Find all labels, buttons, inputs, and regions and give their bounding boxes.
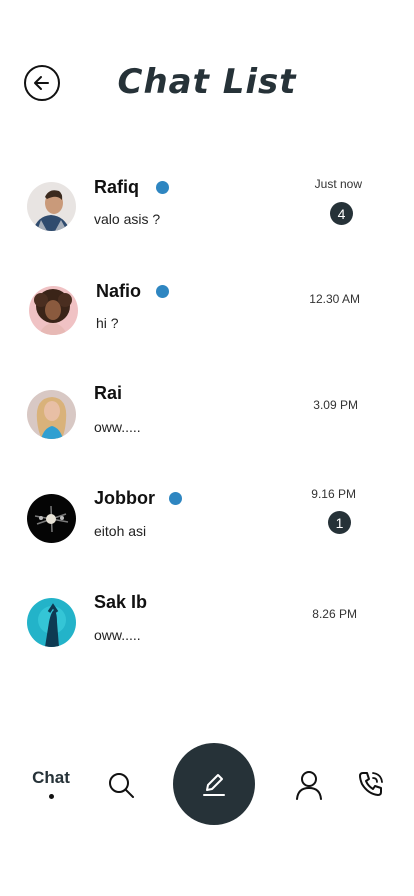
avatar xyxy=(27,390,76,439)
nav-chat-tab[interactable]: Chat xyxy=(32,768,70,799)
avatar xyxy=(29,286,78,335)
compose-button[interactable] xyxy=(173,743,255,825)
last-message: eitoh asi xyxy=(94,523,147,539)
avatar xyxy=(27,598,76,647)
unread-badge: 1 xyxy=(328,511,351,534)
name-row: Rafiq xyxy=(94,177,169,198)
name-row: Jobbor xyxy=(94,488,182,509)
contact-name: Rai xyxy=(94,383,123,403)
message-time: 9.16 PM xyxy=(311,487,356,501)
message-time: 12.30 AM xyxy=(309,292,360,306)
phone-call-icon[interactable] xyxy=(357,770,385,803)
search-icon[interactable] xyxy=(107,771,135,804)
avatar xyxy=(27,494,76,543)
page-title: Chat List xyxy=(117,62,297,102)
pencil-icon xyxy=(203,774,225,796)
contact-name: Sak Ib xyxy=(94,592,148,612)
message-time: 3.09 PM xyxy=(313,398,358,412)
bottom-navigation: Chat xyxy=(0,740,414,830)
name-row: Nafio xyxy=(96,281,169,302)
chat-item-nafio[interactable]: Nafio hi ? 12.30 AM xyxy=(0,272,414,362)
contact-name: Nafio xyxy=(96,281,141,301)
active-indicator-dot xyxy=(48,794,54,799)
message-time: Just now xyxy=(314,177,362,191)
chat-item-rafiq[interactable]: Rafiq valo asis ? Just now 4 xyxy=(0,168,414,258)
avatar xyxy=(27,182,76,231)
online-indicator xyxy=(156,285,169,298)
chat-item-jobbor[interactable]: Jobbor eitoh asi 9.16 PM 1 xyxy=(0,480,414,570)
nav-chat-label: Chat xyxy=(32,768,70,787)
header: Chat List xyxy=(0,60,414,108)
chat-item-sak-ib[interactable]: Sak Ib oww..... 8.26 PM xyxy=(0,585,414,675)
unread-badge: 4 xyxy=(330,202,353,225)
user-icon[interactable] xyxy=(295,770,323,805)
last-message: hi ? xyxy=(96,315,119,331)
name-row: Sak Ib xyxy=(94,592,147,613)
contact-name: Rafiq xyxy=(94,177,139,197)
last-message: oww..... xyxy=(94,419,141,435)
name-row: Rai xyxy=(94,383,122,404)
online-indicator xyxy=(169,492,182,505)
online-indicator xyxy=(156,181,169,194)
message-time: 8.26 PM xyxy=(312,607,357,621)
last-message: valo asis ? xyxy=(94,211,161,227)
chat-item-rai[interactable]: Rai oww..... 3.09 PM xyxy=(0,377,414,467)
contact-name: Jobbor xyxy=(94,488,155,508)
last-message: oww..... xyxy=(94,627,141,643)
